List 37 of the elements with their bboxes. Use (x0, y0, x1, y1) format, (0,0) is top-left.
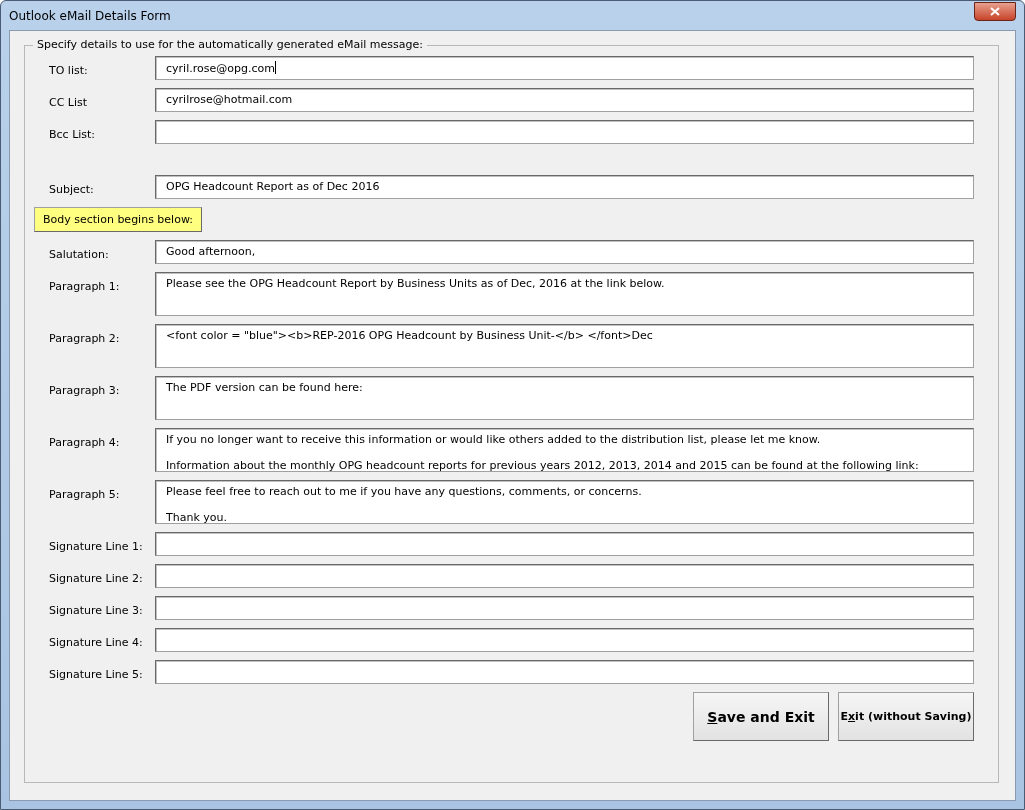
field-label: Signature Line 3: (49, 603, 144, 617)
input-field[interactable]: Please feel free to reach out to me if you have any questions, comments, or concerns. Thank you. (155, 480, 974, 524)
field-label: Paragraph 3: (49, 383, 121, 397)
field-label: TO list: (49, 63, 89, 77)
input-field[interactable] (155, 628, 974, 652)
group-caption: Specify details to use for the automatically generated eMail message: (33, 38, 427, 51)
input-field[interactable]: If you no longer want to receive this information or would like others added to the distribution list, please let me know. Information about the monthly OPG headcount reports for previous years 2012, 2013, 2014 and 2015 can be found at the following link: (155, 428, 974, 472)
field-label: Signature Line 4: (49, 635, 144, 649)
field-label: Signature Line 1: (49, 539, 144, 553)
field-label: Signature Line 5: (49, 667, 144, 681)
input-field[interactable]: cyril.rose@opg.com (155, 56, 974, 80)
close-icon (990, 6, 1000, 16)
section-banner: Body section begins below: (34, 207, 202, 232)
input-field[interactable]: The PDF version can be found here: (155, 376, 974, 420)
save-button[interactable]: Save and Exit (693, 692, 829, 741)
input-field[interactable]: Please see the OPG Headcount Report by Business Units as of Dec, 2016 at the link below. (155, 272, 974, 316)
field-label: Paragraph 1: (49, 279, 121, 293)
field-label: CC List (49, 95, 89, 109)
input-field[interactable] (155, 596, 974, 620)
input-field[interactable] (155, 120, 974, 144)
field-label: Subject: (49, 182, 95, 196)
field-label: Salutation: (49, 247, 110, 261)
field-label: Paragraph 5: (49, 487, 121, 501)
input-field[interactable]: OPG Headcount Report as of Dec 2016 (155, 175, 974, 199)
input-field[interactable] (155, 564, 974, 588)
field-label: Paragraph 4: (49, 435, 121, 449)
input-field[interactable]: <font color = "blue"><b>REP-2016 OPG Headcount by Business Unit-</b> </font>Dec (155, 324, 974, 368)
input-field[interactable] (155, 660, 974, 684)
window-title: Outlook eMail Details Form (9, 8, 171, 23)
input-field[interactable] (155, 532, 974, 556)
close-button[interactable] (974, 1, 1016, 21)
field-label: Paragraph 2: (49, 331, 121, 345)
field-label: Bcc List: (49, 127, 97, 141)
input-field[interactable]: Good afternoon, (155, 240, 974, 264)
input-field[interactable]: cyrilrose@hotmail.com (155, 88, 974, 112)
field-label: Signature Line 2: (49, 571, 144, 585)
exit-button[interactable]: Exit (without Saving) (838, 692, 974, 741)
